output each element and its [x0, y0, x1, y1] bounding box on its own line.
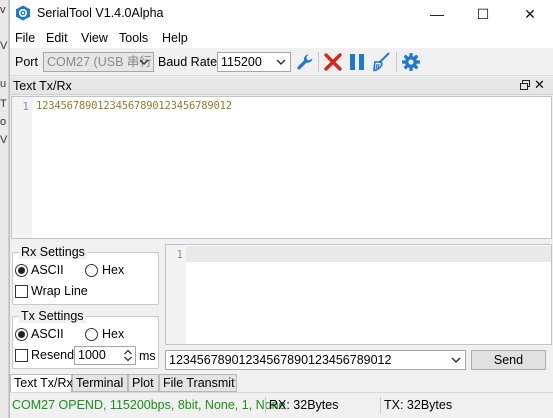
background-window-edge: v V u T o V [0, 0, 9, 418]
line-number-gutter [12, 97, 32, 238]
port-label: Port [15, 55, 38, 69]
clear-icon[interactable] [371, 52, 391, 72]
toolbar-separator [318, 52, 319, 72]
current-line-highlight [186, 246, 551, 262]
menu-view[interactable]: View [81, 31, 108, 45]
toolbar-separator [396, 52, 397, 72]
wrap-line-label: Wrap Line [31, 284, 88, 298]
title-bar[interactable]: SerialTool V1.4.0Alpha — ☐ ✕ [10, 0, 553, 28]
wrench-icon[interactable] [295, 52, 315, 72]
tab-text-txrx[interactable]: Text Tx/Rx [10, 374, 73, 393]
wrap-line-checkbox[interactable] [15, 285, 28, 298]
status-bar: COM27 OPEND, 115200bps, 8bit, None, 1, N… [10, 392, 553, 418]
close-port-icon[interactable] [323, 52, 343, 72]
interval-unit-label: ms [139, 349, 156, 363]
tab-file-transmit[interactable]: File Transmit [159, 374, 237, 392]
line-number: 1 [176, 248, 183, 261]
baud-rate-select[interactable]: 115200 [217, 52, 291, 72]
menu-tools[interactable]: Tools [119, 31, 148, 45]
menu-file[interactable]: File [15, 31, 35, 45]
transmit-text-area[interactable]: 1 [165, 244, 552, 345]
background-glyph: u [0, 78, 7, 90]
chevron-down-icon [276, 59, 286, 66]
send-input[interactable]: 12345678901234567890123456789012 [165, 350, 466, 370]
background-glyph: V [0, 134, 8, 146]
rx-hex-radio[interactable] [85, 264, 98, 277]
float-dock-icon[interactable] [519, 79, 531, 91]
serialtool-window: SerialTool V1.4.0Alpha — ☐ ✕ File Edit V… [9, 0, 553, 418]
minimize-button[interactable]: — [414, 0, 460, 28]
rx-ascii-radio[interactable] [15, 264, 28, 277]
resend-label: Resend [31, 348, 75, 362]
line-number: 1 [22, 100, 29, 113]
menu-bar: File Edit View Tools Help [10, 28, 553, 48]
background-glyph: o [0, 116, 7, 128]
pause-icon[interactable] [347, 52, 367, 72]
resend-interval-stepper[interactable]: 1000 [74, 346, 136, 365]
rx-settings-title: Rx Settings [19, 245, 87, 259]
resend-interval-value: 1000 [78, 348, 106, 362]
send-button[interactable]: Send [471, 350, 546, 370]
port-select[interactable]: COM27 (USB 串行 [43, 52, 154, 72]
received-data: 12345678901234567890123456789012 [36, 100, 232, 112]
send-input-value: 12345678901234567890123456789012 [169, 353, 392, 367]
background-glyph: v [0, 4, 6, 16]
tx-byte-count: TX: 32Bytes [384, 398, 453, 412]
window-title: SerialTool V1.4.0Alpha [37, 6, 164, 20]
connection-status: COM27 OPEND, 115200bps, 8bit, None, 1, N… [12, 398, 286, 412]
tx-hex-radio[interactable] [85, 328, 98, 341]
status-separator [380, 397, 381, 413]
tx-hex-label: Hex [102, 327, 125, 341]
tab-plot[interactable]: Plot [128, 374, 159, 392]
tx-settings-title: Tx Settings [19, 309, 86, 323]
dock-title-label: Text Tx/Rx [13, 79, 72, 93]
close-dock-button[interactable]: ✕ [534, 77, 545, 93]
rx-ascii-label: ASCII [31, 263, 64, 277]
rx-byte-count: RX: 32Bytes [269, 398, 339, 412]
text-txrx-dock-title[interactable]: Text Tx/Rx ✕ [10, 77, 553, 95]
background-glyph: T [0, 98, 7, 110]
rx-hex-label: Hex [102, 263, 125, 277]
chevron-down-icon [139, 59, 149, 66]
baud-rate-label: Baud Rate [158, 55, 218, 69]
menu-help[interactable]: Help [162, 31, 188, 45]
tx-ascii-label: ASCII [31, 327, 64, 341]
app-logo-icon [16, 5, 30, 21]
background-glyph: V [0, 40, 8, 52]
menu-edit[interactable]: Edit [46, 31, 68, 45]
close-window-button[interactable]: ✕ [507, 0, 553, 28]
chevron-down-icon[interactable] [449, 352, 463, 368]
status-separator [265, 397, 266, 413]
receive-text-area[interactable]: 1 12345678901234567890123456789012 [11, 96, 552, 239]
toolbar: Port COM27 (USB 串行 Baud Rate 115200 [10, 48, 553, 76]
maximize-button[interactable]: ☐ [460, 0, 506, 28]
baud-rate-value: 115200 [221, 55, 262, 69]
tab-terminal[interactable]: Terminal [72, 374, 128, 392]
stepper-arrows-icon[interactable] [123, 348, 133, 363]
gear-icon[interactable] [401, 52, 421, 72]
tx-ascii-radio[interactable] [15, 328, 28, 341]
resend-checkbox[interactable] [15, 349, 28, 362]
